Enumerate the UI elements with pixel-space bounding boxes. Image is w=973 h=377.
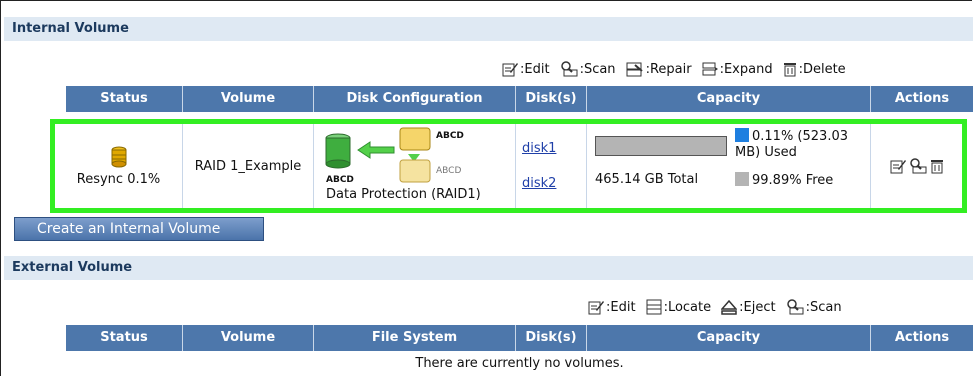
internal-table-header: Status Volume Disk Configuration Disk(s)…	[66, 86, 973, 112]
free-legend: 99.89% Free	[735, 172, 833, 188]
free-text: 99.89% Free	[752, 173, 834, 188]
scan-icon[interactable]	[909, 158, 927, 174]
eject-icon	[721, 299, 738, 315]
external-volume-title: External Volume	[4, 256, 973, 280]
legend-repair: :Repair	[626, 61, 692, 77]
raid-tag-2: ABCD	[436, 166, 462, 176]
legend-expand-label: :Expand	[719, 61, 773, 77]
internal-volume-title: Internal Volume	[4, 17, 973, 41]
scan-icon	[560, 61, 578, 77]
trash-icon[interactable]	[930, 158, 944, 174]
raid-tag-3: ABCD	[326, 175, 354, 185]
legend-scan: :Scan	[560, 61, 616, 77]
disks-cell: disk1 disk2	[516, 124, 587, 208]
disk1-link[interactable]: disk1	[522, 141, 556, 156]
legend-edit: :Edit	[588, 299, 636, 315]
col-disks: Disk(s)	[516, 86, 587, 112]
disk-config-label: Data Protection (RAID1)	[326, 187, 481, 202]
legend-repair-label: :Repair	[645, 61, 692, 77]
col-volume: Volume	[183, 86, 314, 112]
used-text: 0.11% (523.03 MB) Used	[735, 129, 848, 160]
internal-legend: :Edit :Scan :Repair :Expand :Delete	[502, 59, 846, 79]
col-file-system: File System	[314, 325, 516, 351]
external-legend: :Edit :Locate :Eject :Scan	[588, 297, 842, 317]
legend-edit: :Edit	[502, 61, 550, 77]
col-volume: Volume	[183, 325, 314, 351]
legend-expand: :Expand	[702, 61, 773, 77]
no-volumes-message: There are currently no volumes.	[66, 353, 973, 375]
scan-icon	[786, 299, 804, 315]
raid-tag-1: ABCD	[436, 131, 464, 141]
legend-edit-label: :Edit	[520, 61, 550, 77]
legend-scan-label: :Scan	[805, 299, 842, 315]
col-capacity: Capacity	[587, 86, 871, 112]
capacity-bar	[595, 136, 727, 156]
disk-config-cell: ABCD ABCD ABCD Data Protection (RAID1)	[314, 124, 516, 208]
edit-icon	[588, 301, 604, 315]
external-table-header: Status Volume File System Disk(s) Capaci…	[66, 325, 973, 351]
edit-icon	[502, 63, 518, 77]
edit-icon[interactable]	[890, 158, 906, 174]
table-row[interactable]: Resync 0.1% RAID 1_Example ABCD ABCD ABC…	[50, 119, 967, 213]
col-disk-configuration: Disk Configuration	[314, 86, 516, 112]
capacity-cell: 0.11% (523.03 MB) Used 465.14 GB Total 9…	[587, 124, 871, 208]
status-text: Resync 0.1%	[76, 171, 161, 187]
volume-name: RAID 1_Example	[194, 158, 302, 174]
resync-disk-icon	[111, 146, 126, 167]
legend-eject-label: :Eject	[739, 299, 776, 315]
used-legend: 0.11% (523.03 MB) Used	[735, 128, 865, 161]
disk2-link[interactable]: disk2	[522, 176, 556, 191]
legend-eject: :Eject	[721, 299, 776, 315]
used-swatch	[735, 128, 749, 142]
col-actions: Actions	[871, 86, 973, 112]
free-swatch	[735, 172, 749, 186]
status-cell: Resync 0.1%	[55, 124, 183, 208]
col-disks: Disk(s)	[516, 325, 587, 351]
expand-icon	[702, 62, 718, 76]
legend-delete: :Delete	[783, 61, 846, 77]
legend-locate-label: :Locate	[663, 299, 712, 315]
legend-scan-label: :Scan	[579, 61, 616, 77]
total-text: 465.14 GB Total	[595, 172, 699, 187]
trash-icon	[783, 63, 796, 77]
create-internal-volume-button[interactable]: Create an Internal Volume	[14, 217, 264, 241]
legend-edit-label: :Edit	[606, 299, 636, 315]
legend-locate: :Locate	[646, 299, 712, 315]
repair-icon	[626, 62, 643, 77]
col-status: Status	[66, 325, 183, 351]
volume-cell: RAID 1_Example	[183, 124, 314, 208]
legend-scan: :Scan	[786, 299, 842, 315]
col-status: Status	[66, 86, 183, 112]
legend-delete-label: :Delete	[798, 61, 846, 77]
col-capacity: Capacity	[587, 325, 871, 351]
actions-cell	[871, 124, 962, 208]
col-actions: Actions	[871, 325, 973, 351]
locate-icon	[646, 299, 662, 315]
